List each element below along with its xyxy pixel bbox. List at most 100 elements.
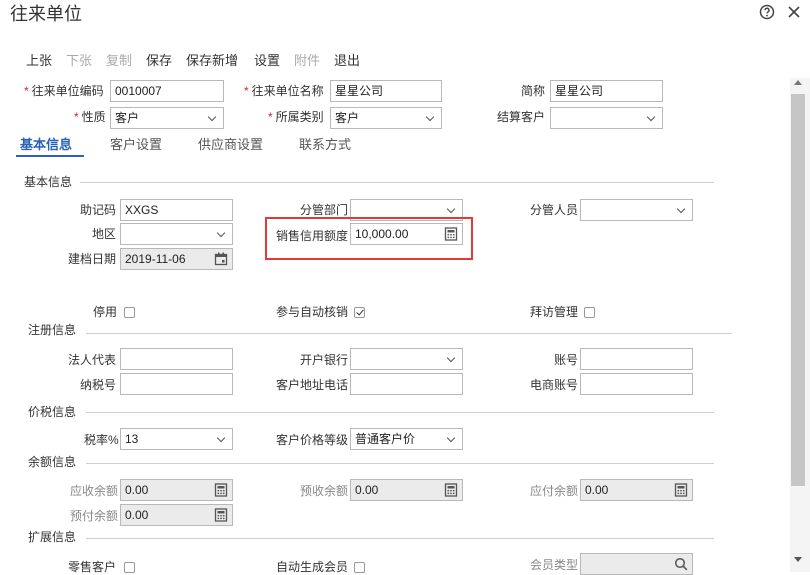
account-input[interactable]	[580, 348, 693, 370]
prepaid-balance-label: 预付余额	[70, 509, 119, 523]
name-input[interactable]: 星星公司	[330, 80, 442, 102]
scrollbar-thumb[interactable]	[791, 94, 805, 486]
prepaid-balance-input[interactable]: 0.00	[120, 504, 233, 526]
bank-label: 开户银行	[300, 353, 349, 367]
prev-button[interactable]: 上张	[26, 53, 52, 69]
settings-button[interactable]: 设置	[254, 53, 280, 69]
calculator-icon[interactable]	[214, 508, 228, 522]
active-tab-indicator	[16, 155, 84, 157]
ap-balance-label: 应付余额	[530, 484, 579, 498]
nature-label: * 性质	[74, 110, 106, 124]
tax-no-input[interactable]	[120, 373, 233, 395]
ap-balance-input[interactable]: 0.00	[580, 479, 693, 501]
save-button[interactable]: 保存	[146, 53, 172, 69]
auto-verify-label: 参与自动核销	[276, 305, 349, 319]
short-name-label: 简称	[521, 84, 546, 98]
address-phone-label: 客户地址电话	[276, 378, 349, 392]
settle-customer-select[interactable]	[550, 107, 663, 129]
save-new-button[interactable]: 保存新增	[186, 53, 238, 69]
category-label: * 所属类别	[268, 110, 324, 124]
ecom-account-input[interactable]	[580, 373, 693, 395]
code-label: * 往来单位编码	[24, 84, 104, 98]
window-title: 往来单位	[10, 4, 82, 24]
staff-select[interactable]	[580, 199, 693, 221]
tab-supplier-settings[interactable]: 供应商设置	[198, 137, 263, 153]
category-value: 客户	[335, 111, 360, 125]
close-icon[interactable]	[786, 4, 802, 20]
calculator-icon[interactable]	[214, 483, 228, 497]
section-divider	[80, 182, 714, 183]
copy-button[interactable]: 复制	[106, 53, 132, 69]
calculator-icon[interactable]	[444, 227, 458, 241]
section-price-tax-title: 价税信息	[28, 405, 77, 419]
prereceived-balance-value: 0.00	[355, 483, 379, 497]
disabled-checkbox[interactable]	[124, 307, 135, 318]
tab-customer-settings[interactable]: 客户设置	[110, 137, 162, 153]
dept-label: 分管部门	[300, 203, 349, 217]
section-divider	[86, 412, 714, 413]
section-divider	[86, 463, 714, 464]
credit-limit-value: 10,000.00	[355, 227, 409, 241]
code-input[interactable]: 0010007	[110, 80, 224, 102]
tax-rate-label: 税率%	[84, 433, 119, 447]
next-button[interactable]: 下张	[66, 53, 92, 69]
scroll-up-arrow[interactable]	[794, 80, 802, 85]
prepaid-balance-value: 0.00	[125, 508, 149, 522]
retail-customer-checkbox[interactable]	[124, 562, 135, 573]
price-level-label: 客户价格等级	[276, 433, 349, 447]
credit-limit-input[interactable]: 10,000.00	[350, 223, 463, 245]
region-label: 地区	[92, 227, 117, 241]
short-name-input[interactable]: 星星公司	[550, 80, 663, 102]
account-label: 账号	[554, 353, 579, 367]
ar-balance-label: 应收余额	[70, 484, 119, 498]
tax-rate-select[interactable]: 13	[120, 428, 233, 450]
price-level-value: 普通客户价	[355, 432, 416, 446]
ap-balance-value: 0.00	[585, 483, 609, 497]
settle-customer-label: 结算客户	[497, 110, 546, 124]
legal-rep-input[interactable]	[120, 348, 233, 370]
auto-member-checkbox[interactable]	[354, 562, 365, 573]
auto-verify-checkbox[interactable]	[354, 307, 365, 318]
name-label: * 往来单位名称	[244, 84, 324, 98]
price-level-select[interactable]: 普通客户价	[350, 428, 463, 450]
prereceived-balance-input[interactable]: 0.00	[350, 479, 463, 501]
calculator-icon[interactable]	[444, 483, 458, 497]
section-basic-title: 基本信息	[24, 175, 73, 189]
help-icon[interactable]	[759, 4, 775, 20]
visit-checkbox[interactable]	[584, 307, 595, 318]
section-balance-title: 余额信息	[28, 455, 77, 469]
address-phone-input[interactable]	[350, 373, 463, 395]
member-type-label: 会员类型	[530, 558, 579, 572]
staff-label: 分管人员	[530, 203, 579, 217]
mnemonic-label: 助记码	[80, 203, 117, 217]
nature-value: 客户	[115, 111, 140, 125]
tab-contact[interactable]: 联系方式	[299, 137, 351, 153]
nature-select[interactable]: 客户	[110, 107, 224, 129]
section-extend-title: 扩展信息	[28, 530, 77, 544]
bank-select[interactable]	[350, 348, 463, 370]
calculator-icon[interactable]	[674, 483, 688, 497]
tax-no-label: 纳税号	[80, 378, 117, 392]
category-select[interactable]: 客户	[330, 107, 442, 129]
tax-rate-value: 13	[125, 432, 139, 446]
created-date-label: 建档日期	[68, 252, 117, 266]
exit-button[interactable]: 退出	[334, 53, 360, 69]
attachment-button[interactable]: 附件	[294, 53, 320, 69]
mnemonic-input[interactable]: XXGS	[120, 199, 233, 221]
ar-balance-value: 0.00	[125, 483, 149, 497]
credit-limit-label: 销售信用额度	[276, 229, 349, 243]
created-date-input[interactable]: 2019-11-06	[120, 248, 233, 270]
search-icon[interactable]	[674, 557, 688, 571]
ecom-account-label: 电商账号	[530, 378, 579, 392]
legal-rep-label: 法人代表	[68, 353, 117, 367]
prereceived-balance-label: 预收余额	[300, 484, 349, 498]
created-date-value: 2019-11-06	[125, 252, 186, 266]
calendar-icon[interactable]	[214, 252, 228, 266]
section-divider	[86, 538, 714, 539]
disabled-label: 停用	[93, 305, 118, 319]
section-divider	[86, 333, 732, 334]
region-select[interactable]	[120, 223, 233, 245]
ar-balance-input[interactable]: 0.00	[120, 479, 233, 501]
tab-basic-info[interactable]: 基本信息	[20, 137, 72, 153]
scroll-down-arrow[interactable]	[794, 557, 802, 562]
